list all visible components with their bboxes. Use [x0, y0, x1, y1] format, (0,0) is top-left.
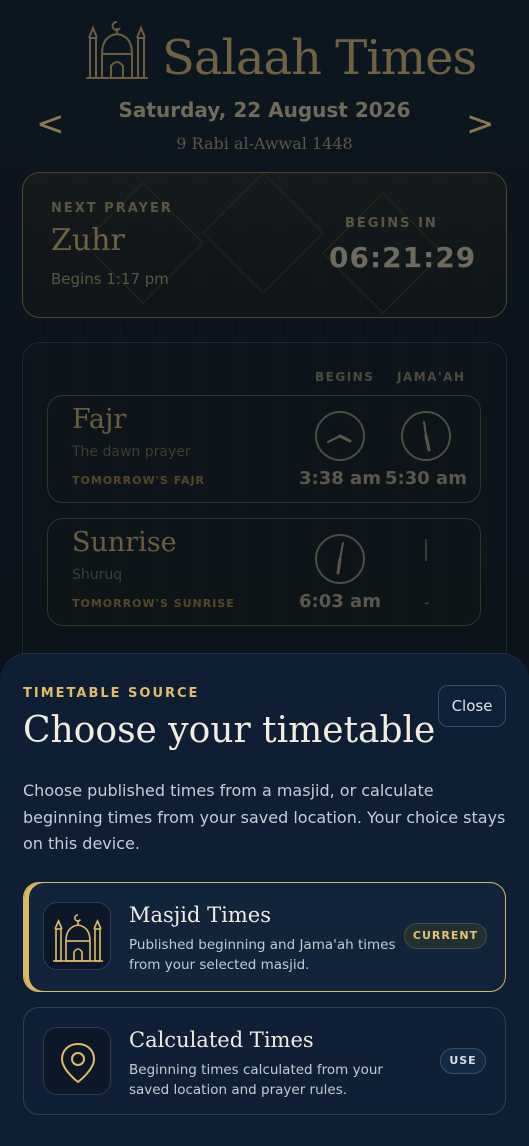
option-icon-box: [43, 902, 111, 970]
next-prayer-label: NEXT PRAYER: [51, 201, 173, 216]
clock-icon: [315, 534, 365, 584]
prayer-subtitle: Shuruq: [72, 567, 123, 583]
timetable-source-sheet: TIMETABLE SOURCE Choose your timetable C…: [0, 653, 529, 1146]
use-button[interactable]: USE: [440, 1048, 486, 1074]
hijri-date: 9 Rabi al-Awwal 1448: [176, 134, 353, 153]
countdown-timer: 06:21:29: [329, 241, 477, 274]
column-header-jamaah: JAMA'AH: [397, 370, 466, 384]
sheet-eyebrow: TIMETABLE SOURCE: [23, 686, 200, 701]
clock-icon: [401, 411, 451, 461]
option-description: Published beginning and Jama'ah times fr…: [129, 937, 396, 973]
option-masjid-times[interactable]: Masjid Times Published beginning and Jam…: [23, 882, 506, 992]
option-description: Beginning times calculated from your sav…: [129, 1062, 383, 1098]
option-icon-box: [43, 1027, 111, 1095]
next-prayer-card: NEXT PRAYER Zuhr Begins 1:17 pm BEGINS I…: [22, 172, 507, 318]
next-day-button[interactable]: >: [466, 104, 495, 144]
column-header-begins: BEGINS: [315, 370, 375, 384]
option-title: Masjid Times: [129, 903, 271, 927]
prayer-times-table: BEGINS JAMA'AH Fajr The dawn prayer TOMO…: [22, 342, 507, 682]
clock-icon: [315, 411, 365, 461]
jamaah-time: 5:30 am: [385, 468, 467, 489]
next-prayer-name: Zuhr: [51, 223, 125, 258]
jamaah-time: -: [424, 593, 430, 612]
current-badge: CURRENT: [404, 923, 487, 949]
sheet-title: Choose your timetable: [23, 710, 436, 751]
prayer-row-fajr[interactable]: Fajr The dawn prayer TOMORROW'S FAJR 3:3…: [47, 395, 481, 503]
sheet-description: Choose published times from a masjid, or…: [23, 781, 506, 853]
option-title: Calculated Times: [129, 1028, 314, 1052]
prayer-note: TOMORROW'S SUNRISE: [72, 597, 235, 610]
begins-time: 3:38 am: [299, 468, 381, 489]
prayer-name: Sunrise: [72, 527, 177, 558]
prayer-subtitle: The dawn prayer: [72, 444, 191, 460]
mosque-icon: [53, 914, 103, 962]
prayer-name: Fajr: [72, 404, 127, 435]
close-button[interactable]: Close: [438, 685, 506, 727]
begins-time: 6:03 am: [299, 591, 381, 612]
begins-in-label: BEGINS IN: [345, 216, 438, 231]
prayer-row-sunrise[interactable]: Sunrise Shuruq TOMORROW'S SUNRISE 6:03 a…: [47, 518, 481, 626]
location-pin-icon: [60, 1042, 96, 1084]
gregorian-date: Saturday, 22 August 2026: [118, 98, 411, 122]
prayer-note: TOMORROW'S FAJR: [72, 474, 206, 487]
option-calculated-times[interactable]: Calculated Times Beginning times calcula…: [23, 1007, 506, 1115]
mosque-icon: [86, 21, 148, 79]
app-header: Salaah Times: [0, 12, 529, 84]
next-prayer-begins: Begins 1:17 pm: [51, 270, 169, 288]
app-title: Salaah Times: [162, 30, 477, 86]
jamaah-placeholder: [425, 539, 427, 561]
